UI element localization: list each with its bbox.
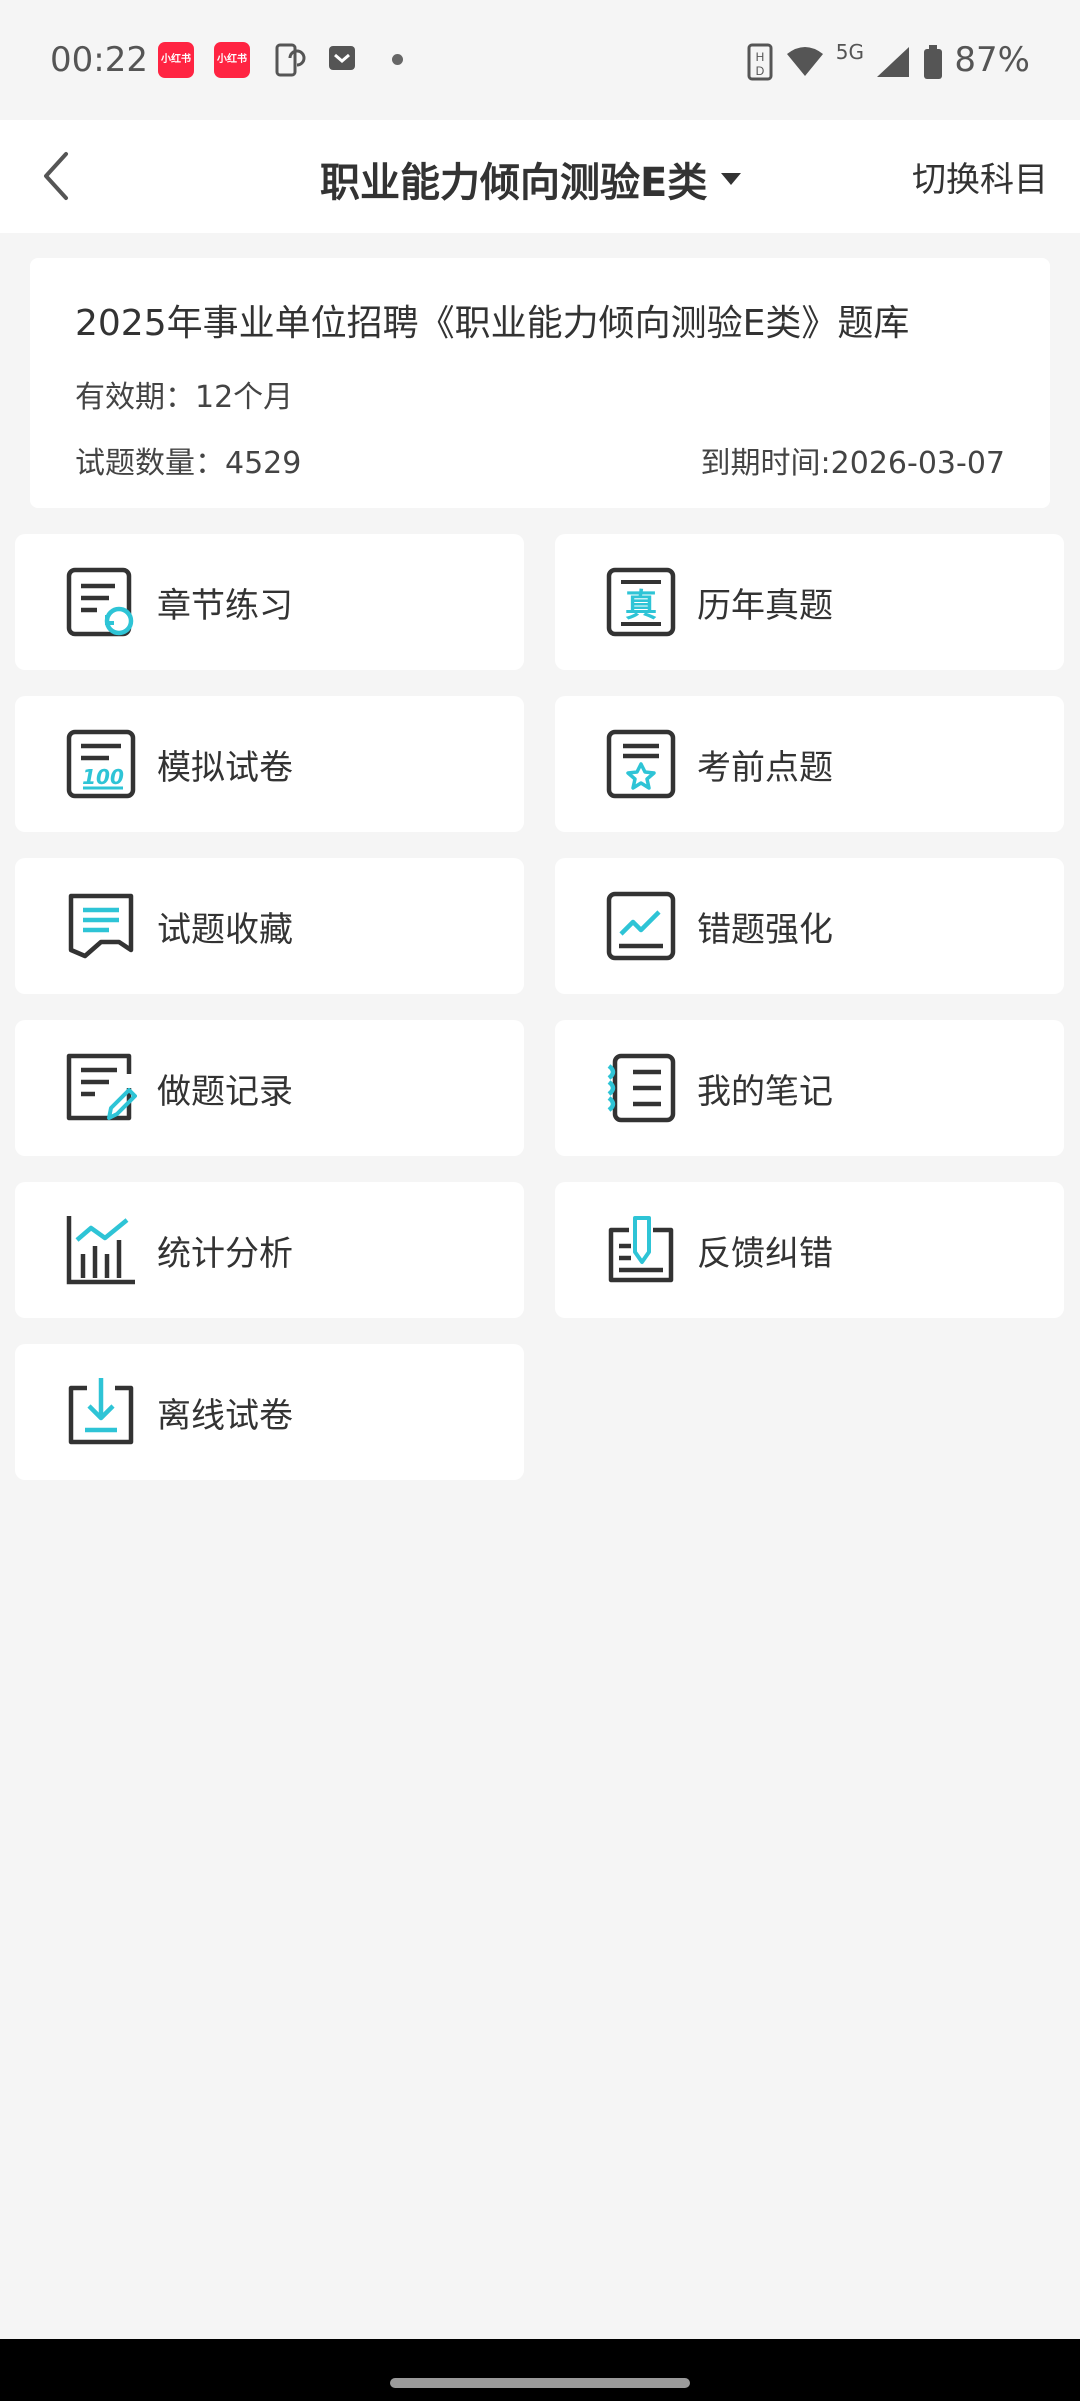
menu-mock-exam[interactable]: 100 模拟试卷	[15, 696, 524, 832]
page-title: 职业能力倾向测验E类	[320, 160, 708, 206]
menu-label: 错题强化	[697, 909, 833, 950]
gesture-handle[interactable]	[390, 2378, 690, 2388]
menu-key-points[interactable]: 考前点题	[555, 696, 1064, 832]
menu-label: 历年真题	[697, 585, 833, 626]
system-nav-bar	[0, 2339, 1080, 2401]
question-bank-info-card: 2025年事业单位招聘《职业能力倾向测验E类》题库 有效期：12个月 试题数量：…	[30, 258, 1050, 508]
expire-date: 到期时间:2026-03-07	[700, 446, 1005, 481]
menu-favorites[interactable]: 试题收藏	[15, 858, 524, 994]
menu-label: 统计分析	[157, 1233, 293, 1274]
menu-label: 模拟试卷	[157, 747, 293, 788]
menu-label: 考前点题	[697, 747, 833, 788]
network-type: 5G	[835, 40, 864, 64]
question-count: 试题数量：4529	[75, 446, 302, 481]
favorites-icon	[68, 893, 134, 959]
menu-label: 试题收藏	[157, 909, 293, 950]
bank-title: 2025年事业单位招聘《职业能力倾向测验E类》题库	[75, 303, 910, 344]
svg-text:D: D	[756, 64, 765, 78]
menu-notes[interactable]: 我的笔记	[555, 1020, 1064, 1156]
menu-past-papers[interactable]: 真 历年真题	[555, 534, 1064, 670]
subject-selector[interactable]: 职业能力倾向测验E类	[320, 150, 742, 208]
menu-feedback[interactable]: 反馈纠错	[555, 1182, 1064, 1318]
statistics-icon	[66, 1216, 135, 1285]
battery-icon	[923, 44, 942, 79]
chapter-practice-icon	[66, 567, 134, 637]
validity-text: 有效期：12个月	[75, 380, 294, 415]
menu-label: 离线试卷	[157, 1395, 293, 1436]
triangle-down-icon	[721, 173, 742, 185]
menu-chapter-practice[interactable]: 章节练习	[15, 534, 524, 670]
menu-label: 章节练习	[157, 585, 293, 626]
menu-wrong-questions[interactable]: 错题强化	[555, 858, 1064, 994]
status-time: 00:22	[50, 40, 148, 80]
wrong-questions-icon	[606, 891, 676, 961]
status-right: H D 5G 87%	[746, 40, 1030, 81]
switch-subject-button[interactable]: 切换科目	[912, 152, 1048, 201]
phone-sync-icon	[275, 43, 306, 77]
svg-text:100: 100	[82, 765, 124, 789]
top-bar: 职业能力倾向测验E类 切换科目	[0, 120, 1080, 233]
svg-text:真: 真	[625, 586, 657, 624]
xiaohongshu-notification-icon: 小红书	[214, 42, 250, 78]
xiaohongshu-notification-icon: 小红书	[158, 42, 194, 78]
hd-icon: H D	[747, 43, 773, 80]
menu-statistics[interactable]: 统计分析	[15, 1182, 524, 1318]
back-icon[interactable]	[38, 146, 78, 206]
menu-label: 反馈纠错	[697, 1233, 833, 1274]
history-icon	[66, 1053, 137, 1121]
mock-exam-icon: 100	[66, 729, 136, 799]
key-points-icon	[606, 729, 676, 799]
notes-icon	[607, 1053, 676, 1123]
menu-label: 做题记录	[157, 1071, 293, 1112]
mail-icon	[329, 46, 355, 70]
status-bar: 00:22 小红书 小红书 H D 5G 87%	[0, 0, 1080, 120]
signal-icon	[876, 46, 909, 77]
offline-download-icon	[68, 1378, 134, 1445]
menu-label: 我的笔记	[697, 1071, 833, 1112]
more-notifications-dot	[392, 54, 403, 65]
past-papers-icon: 真	[606, 567, 676, 637]
battery-level: 87%	[954, 40, 1030, 80]
wifi-icon	[786, 46, 823, 76]
svg-text:H: H	[756, 50, 765, 64]
menu-history[interactable]: 做题记录	[15, 1020, 524, 1156]
feedback-icon	[608, 1216, 674, 1283]
menu-offline-download[interactable]: 离线试卷	[15, 1344, 524, 1480]
